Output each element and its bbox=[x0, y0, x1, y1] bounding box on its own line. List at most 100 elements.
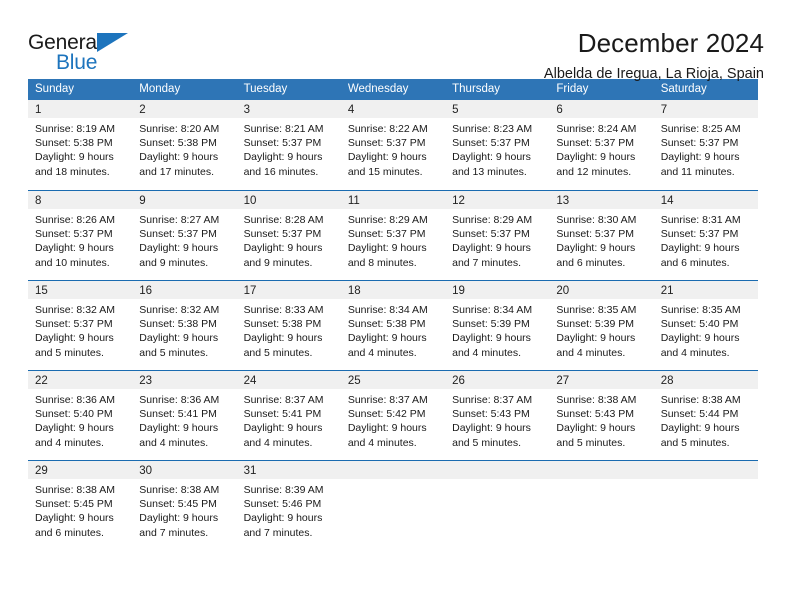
day-details: Sunrise: 8:37 AM Sunset: 5:42 PM Dayligh… bbox=[341, 389, 445, 450]
sunrise-text: Sunrise: 8:24 AM bbox=[556, 123, 637, 135]
sunrise-text: Sunrise: 8:37 AM bbox=[243, 394, 324, 406]
day-details bbox=[654, 479, 758, 483]
day-details: Sunrise: 8:35 AM Sunset: 5:39 PM Dayligh… bbox=[549, 299, 653, 360]
calendar-day-cell[interactable]: 25 Sunrise: 8:37 AM Sunset: 5:42 PM Dayl… bbox=[340, 371, 446, 460]
calendar-day-cell[interactable]: 5 Sunrise: 8:23 AM Sunset: 5:37 PM Dayli… bbox=[445, 100, 550, 190]
calendar-day-cell[interactable]: 22 Sunrise: 8:36 AM Sunset: 5:40 PM Dayl… bbox=[28, 371, 133, 460]
daylight-text-line1: Daylight: 9 hours bbox=[243, 422, 323, 435]
day-number: 8 bbox=[35, 195, 42, 207]
calendar-day-cell[interactable]: 20 Sunrise: 8:35 AM Sunset: 5:39 PM Dayl… bbox=[549, 281, 654, 370]
calendar-day-cell[interactable]: 21 Sunrise: 8:35 AM Sunset: 5:40 PM Dayl… bbox=[653, 281, 758, 370]
daylight-text-line2: and 18 minutes. bbox=[35, 165, 110, 178]
calendar-day-cell[interactable]: 28 Sunrise: 8:38 AM Sunset: 5:44 PM Dayl… bbox=[653, 371, 758, 460]
calendar-day-cell[interactable]: 29 Sunrise: 8:38 AM Sunset: 5:45 PM Dayl… bbox=[28, 461, 133, 548]
daylight-text-line2: and 4 minutes. bbox=[347, 436, 417, 449]
daylight-text-line2: and 5 minutes. bbox=[35, 346, 104, 359]
daylight-text-line2: and 17 minutes. bbox=[139, 165, 214, 178]
daylight-text-line1: Daylight: 9 hours bbox=[556, 242, 636, 255]
sunrise-text: Sunrise: 8:32 AM bbox=[35, 304, 115, 316]
daylight-text-line2: and 7 minutes. bbox=[452, 256, 522, 269]
calendar-day-cell[interactable]: 7 Sunrise: 8:25 AM Sunset: 5:37 PM Dayli… bbox=[653, 100, 758, 190]
daylight-text-line2: and 15 minutes. bbox=[347, 165, 423, 178]
daylight-text-line2: and 9 minutes. bbox=[139, 256, 209, 269]
day-details: Sunrise: 8:38 AM Sunset: 5:45 PM Dayligh… bbox=[132, 479, 236, 540]
day-details: Sunrise: 8:38 AM Sunset: 5:44 PM Dayligh… bbox=[654, 389, 758, 450]
sunrise-text: Sunrise: 8:35 AM bbox=[556, 304, 637, 316]
day-details: Sunrise: 8:29 AM Sunset: 5:37 PM Dayligh… bbox=[445, 209, 549, 270]
sunrise-text: Sunrise: 8:22 AM bbox=[347, 123, 428, 135]
day-number: 4 bbox=[347, 104, 355, 116]
daylight-text-line2: and 4 minutes. bbox=[243, 436, 313, 449]
calendar-day-cell[interactable]: 8 Sunrise: 8:26 AM Sunset: 5:37 PM Dayli… bbox=[28, 191, 133, 280]
day-number: 23 bbox=[139, 375, 153, 387]
calendar-day-cell[interactable]: 13 Sunrise: 8:30 AM Sunset: 5:37 PM Dayl… bbox=[549, 191, 654, 280]
calendar-day-cell[interactable]: 24 Sunrise: 8:37 AM Sunset: 5:41 PM Dayl… bbox=[236, 371, 341, 460]
calendar-day-cell[interactable]: 11 Sunrise: 8:29 AM Sunset: 5:37 PM Dayl… bbox=[340, 191, 446, 280]
day-number-band: 28 bbox=[653, 371, 758, 389]
day-details: Sunrise: 8:33 AM Sunset: 5:38 PM Dayligh… bbox=[237, 299, 341, 360]
calendar-day-cell[interactable]: 9 Sunrise: 8:27 AM Sunset: 5:37 PM Dayli… bbox=[132, 191, 237, 280]
daylight-text-line1: Daylight: 9 hours bbox=[35, 512, 114, 525]
day-number-band bbox=[653, 461, 758, 479]
daylight-text-line2: and 5 minutes. bbox=[660, 436, 730, 449]
calendar-day-cell[interactable]: 4 Sunrise: 8:22 AM Sunset: 5:37 PM Dayli… bbox=[340, 100, 446, 190]
sunset-text: Sunset: 5:37 PM bbox=[347, 137, 426, 150]
daylight-text-line2: and 6 minutes. bbox=[556, 256, 626, 269]
day-details: Sunrise: 8:31 AM Sunset: 5:37 PM Dayligh… bbox=[654, 209, 758, 270]
calendar-day-cell[interactable]: 10 Sunrise: 8:28 AM Sunset: 5:37 PM Dayl… bbox=[236, 191, 341, 280]
sunrise-text: Sunrise: 8:28 AM bbox=[243, 214, 324, 226]
daylight-text-line1: Daylight: 9 hours bbox=[35, 151, 114, 164]
calendar-day-cell[interactable]: 16 Sunrise: 8:32 AM Sunset: 5:38 PM Dayl… bbox=[132, 281, 237, 370]
calendar-day-cell[interactable]: 27 Sunrise: 8:38 AM Sunset: 5:43 PM Dayl… bbox=[549, 371, 654, 460]
day-number: 7 bbox=[660, 104, 668, 116]
calendar-day-cell[interactable]: 2 Sunrise: 8:20 AM Sunset: 5:38 PM Dayli… bbox=[132, 100, 237, 190]
sunset-text: Sunset: 5:38 PM bbox=[347, 318, 426, 331]
sunset-text: Sunset: 5:38 PM bbox=[139, 318, 217, 331]
calendar-weeks: 1 Sunrise: 8:19 AM Sunset: 5:38 PM Dayli… bbox=[28, 100, 758, 548]
day-number-band: 4 bbox=[340, 100, 446, 118]
calendar-day-cell[interactable]: 30 Sunrise: 8:38 AM Sunset: 5:45 PM Dayl… bbox=[132, 461, 237, 548]
calendar-day-cell[interactable]: 19 Sunrise: 8:34 AM Sunset: 5:39 PM Dayl… bbox=[445, 281, 550, 370]
day-number-band: 7 bbox=[653, 100, 758, 118]
calendar-day-cell[interactable]: 17 Sunrise: 8:33 AM Sunset: 5:38 PM Dayl… bbox=[236, 281, 341, 370]
daylight-text-line1: Daylight: 9 hours bbox=[452, 332, 531, 345]
day-details: Sunrise: 8:25 AM Sunset: 5:37 PM Dayligh… bbox=[654, 118, 758, 179]
daylight-text-line2: and 13 minutes. bbox=[452, 165, 527, 178]
calendar-day-cell[interactable]: 3 Sunrise: 8:21 AM Sunset: 5:37 PM Dayli… bbox=[236, 100, 341, 190]
daylight-text-line1: Daylight: 9 hours bbox=[243, 242, 323, 255]
sunrise-text: Sunrise: 8:27 AM bbox=[139, 214, 220, 226]
day-details: Sunrise: 8:34 AM Sunset: 5:39 PM Dayligh… bbox=[445, 299, 549, 360]
day-number-band: 29 bbox=[28, 461, 133, 479]
day-number-band: 8 bbox=[28, 191, 133, 209]
day-details bbox=[341, 479, 445, 483]
daylight-text-line2: and 4 minutes. bbox=[556, 346, 626, 359]
daylight-text-line1: Daylight: 9 hours bbox=[556, 151, 636, 164]
general-blue-logo[interactable]: General Blue bbox=[28, 28, 148, 76]
day-number-band: 31 bbox=[236, 461, 341, 479]
sunrise-text: Sunrise: 8:29 AM bbox=[452, 214, 533, 226]
calendar-day-cell[interactable]: 31 Sunrise: 8:39 AM Sunset: 5:46 PM Dayl… bbox=[236, 461, 341, 548]
calendar-day-cell[interactable]: 6 Sunrise: 8:24 AM Sunset: 5:37 PM Dayli… bbox=[549, 100, 654, 190]
sunset-text: Sunset: 5:38 PM bbox=[35, 137, 113, 150]
calendar-day-cell[interactable]: 26 Sunrise: 8:37 AM Sunset: 5:43 PM Dayl… bbox=[445, 371, 550, 460]
day-number: 9 bbox=[139, 195, 146, 207]
calendar-day-cell[interactable]: 1 Sunrise: 8:19 AM Sunset: 5:38 PM Dayli… bbox=[28, 100, 133, 190]
calendar-day-cell[interactable]: 23 Sunrise: 8:36 AM Sunset: 5:41 PM Dayl… bbox=[132, 371, 237, 460]
day-number-band: 12 bbox=[445, 191, 550, 209]
day-number: 5 bbox=[452, 104, 459, 116]
daylight-text-line2: and 5 minutes. bbox=[452, 436, 522, 449]
daylight-text-line1: Daylight: 9 hours bbox=[660, 422, 740, 435]
calendar-day-cell[interactable]: 15 Sunrise: 8:32 AM Sunset: 5:37 PM Dayl… bbox=[28, 281, 133, 370]
calendar-day-cell[interactable]: 12 Sunrise: 8:29 AM Sunset: 5:37 PM Dayl… bbox=[445, 191, 550, 280]
calendar-day-cell[interactable]: 14 Sunrise: 8:31 AM Sunset: 5:37 PM Dayl… bbox=[653, 191, 758, 280]
calendar-week-row: 8 Sunrise: 8:26 AM Sunset: 5:37 PM Dayli… bbox=[28, 190, 758, 280]
day-number: 15 bbox=[35, 285, 48, 297]
sunrise-text: Sunrise: 8:38 AM bbox=[660, 394, 741, 406]
weekday-header-wednesday: Wednesday bbox=[347, 83, 409, 95]
daylight-text-line2: and 12 minutes. bbox=[556, 165, 632, 178]
sunset-text: Sunset: 5:43 PM bbox=[556, 408, 635, 421]
sunset-text: Sunset: 5:38 PM bbox=[139, 137, 217, 150]
day-details: Sunrise: 8:22 AM Sunset: 5:37 PM Dayligh… bbox=[341, 118, 445, 179]
calendar-day-cell[interactable]: 18 Sunrise: 8:34 AM Sunset: 5:38 PM Dayl… bbox=[340, 281, 446, 370]
day-number-band bbox=[549, 461, 654, 479]
